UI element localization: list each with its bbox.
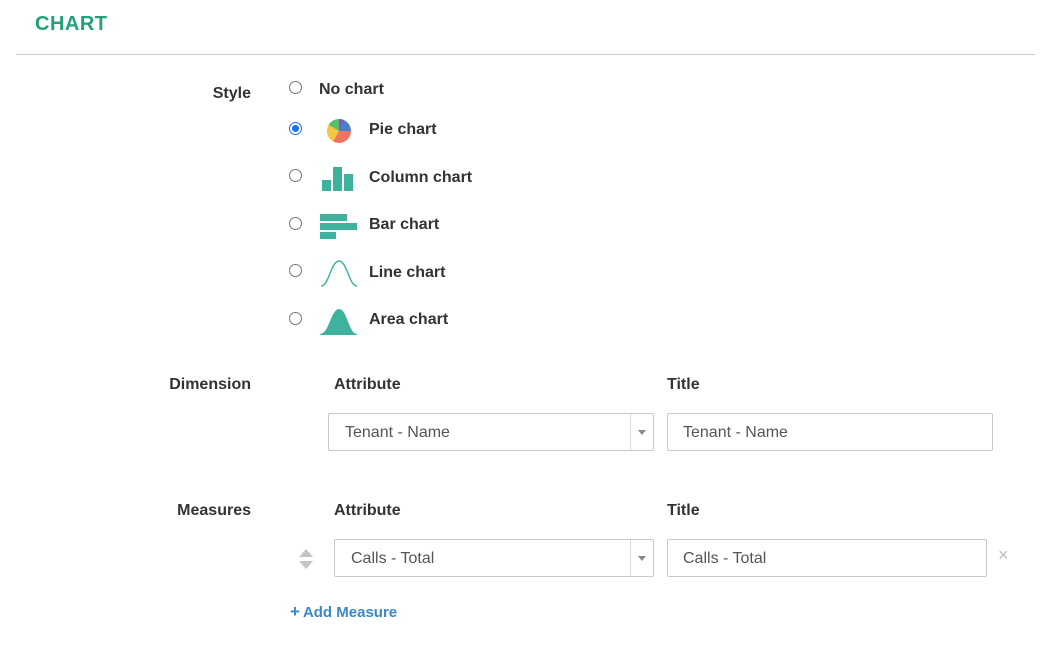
- measures-title-header: Title: [667, 502, 700, 519]
- option-column-chart-label[interactable]: Column chart: [369, 169, 472, 187]
- dimension-attribute-value: Tenant - Name: [345, 424, 450, 441]
- measure-attribute-select[interactable]: Calls - Total: [334, 539, 654, 577]
- measures-attribute-header: Attribute: [334, 502, 401, 519]
- option-line-chart-label[interactable]: Line chart: [369, 264, 445, 282]
- dimension-title-header: Title: [667, 376, 700, 393]
- radio-pie-chart[interactable]: [289, 122, 302, 135]
- chevron-down-icon[interactable]: [630, 414, 653, 450]
- section-title: CHART: [35, 13, 108, 35]
- pie-chart-icon: [319, 116, 359, 146]
- section-divider: [16, 54, 1035, 55]
- remove-measure-icon[interactable]: ×: [998, 545, 1009, 566]
- dimension-title-value: Tenant - Name: [683, 424, 788, 441]
- dimension-attribute-header: Attribute: [334, 376, 401, 393]
- plus-icon: +: [290, 602, 300, 621]
- radio-no-chart[interactable]: [289, 81, 302, 94]
- area-chart-icon: [319, 306, 359, 336]
- sort-handle-icon[interactable]: [298, 548, 314, 570]
- radio-bar-chart[interactable]: [289, 217, 302, 230]
- dimension-title-input[interactable]: Tenant - Name: [667, 413, 993, 451]
- add-measure-link[interactable]: + Add Measure: [290, 602, 397, 622]
- measure-title-input[interactable]: Calls - Total: [667, 539, 987, 577]
- add-measure-label: Add Measure: [302, 604, 398, 621]
- column-chart-icon: [319, 163, 359, 193]
- measure-title-value: Calls - Total: [683, 550, 767, 567]
- option-no-chart-label[interactable]: No chart: [319, 81, 384, 99]
- measures-label: Measures: [177, 502, 251, 519]
- option-pie-chart-label[interactable]: Pie chart: [369, 121, 437, 139]
- bar-chart-icon: [319, 211, 359, 241]
- measure-attribute-value: Calls - Total: [351, 550, 435, 567]
- option-bar-chart-label[interactable]: Bar chart: [369, 216, 439, 234]
- dimension-attribute-select[interactable]: Tenant - Name: [328, 413, 654, 451]
- radio-area-chart[interactable]: [289, 312, 302, 325]
- line-chart-icon: [319, 258, 359, 288]
- style-label: Style: [212, 85, 251, 102]
- radio-line-chart[interactable]: [289, 264, 302, 277]
- dimension-label: Dimension: [169, 376, 251, 393]
- radio-column-chart[interactable]: [289, 169, 302, 182]
- chevron-down-icon[interactable]: [630, 540, 653, 576]
- option-area-chart-label[interactable]: Area chart: [369, 311, 448, 329]
